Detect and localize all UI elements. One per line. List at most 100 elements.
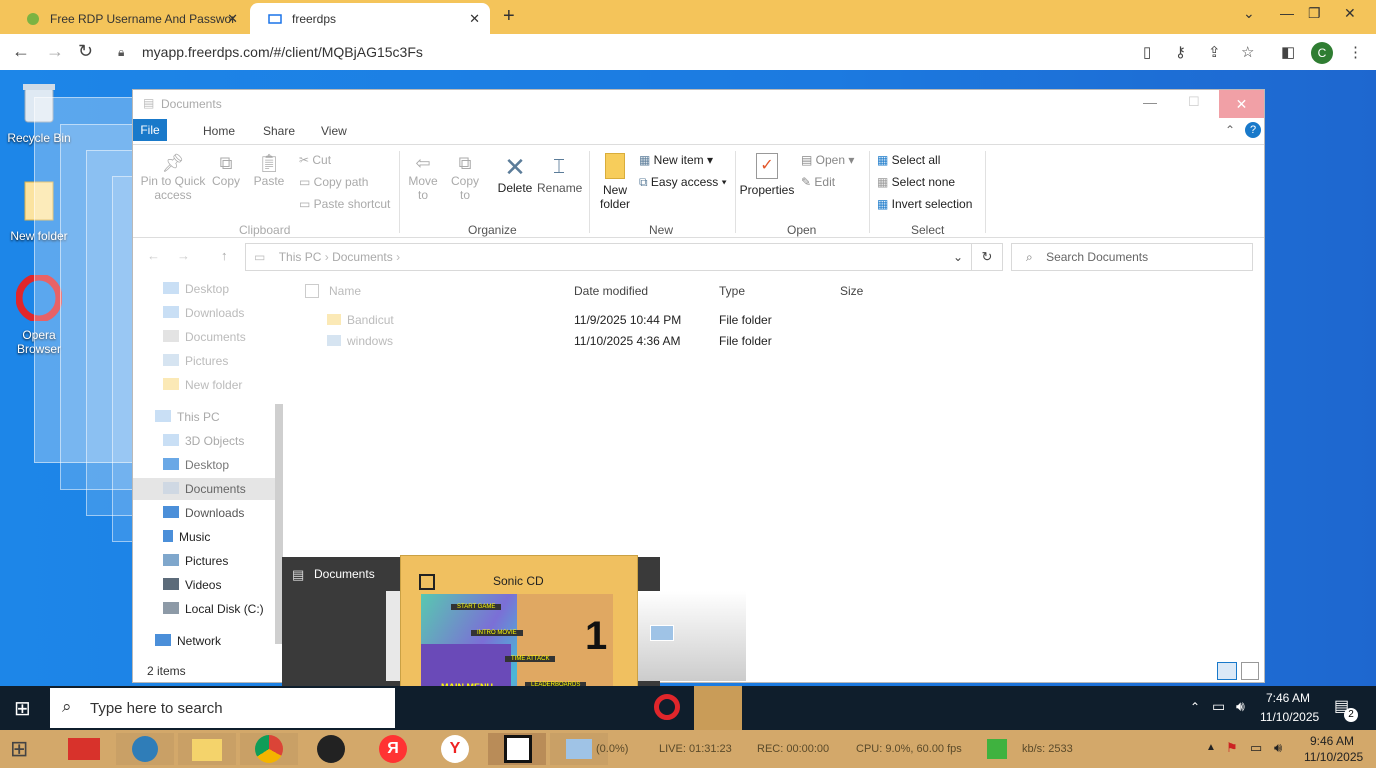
volume-icon[interactable]: 🔊︎	[1236, 698, 1245, 715]
rename-button[interactable]: ⌶ Rename	[537, 153, 582, 195]
network-icon[interactable]: ▭	[1250, 740, 1262, 756]
nav-item-local-disk[interactable]: Local Disk (C:)	[163, 598, 264, 620]
show-hidden-icons-chevron-icon[interactable]: ⌃	[1190, 700, 1200, 714]
nav-item-this-pc[interactable]: This PC	[155, 406, 220, 428]
address-bar[interactable]: 🔒︎ myapp.freerdps.com/#/client/MQBjAG15c…	[110, 38, 1270, 66]
host-date[interactable]: 11/10/2025	[1304, 750, 1363, 764]
maximize-button[interactable]: ☐	[1188, 94, 1200, 110]
volume-icon[interactable]: 🔊︎	[1274, 740, 1282, 756]
nav-item-3d-objects[interactable]: 3D Objects	[163, 430, 244, 452]
nav-item-network[interactable]: Network	[155, 630, 221, 652]
select-all-button[interactable]: ▦ Select all	[877, 153, 940, 167]
tab-search-icon[interactable]: ⌄	[1243, 5, 1255, 22]
remote-app-taskbar-button[interactable]	[694, 686, 742, 730]
large-icons-view-icon[interactable]	[1241, 662, 1259, 680]
invert-selection-button[interactable]: ▦ Invert selection	[877, 197, 972, 211]
share-icon[interactable]: ⇪	[1208, 43, 1221, 61]
new-item-button[interactable]: ▦ New item ▾	[639, 153, 713, 167]
taskbar-date[interactable]: 11/10/2025	[1260, 710, 1319, 724]
preview-thumbnail-desktop[interactable]	[636, 591, 746, 681]
nav-item-documents[interactable]: Documents	[163, 326, 246, 348]
nav-item-pictures-pc[interactable]: Pictures	[163, 550, 228, 572]
help-icon[interactable]: ?	[1245, 122, 1261, 138]
menu-dots-icon[interactable]: ⋮	[1348, 43, 1363, 61]
show-hidden-icons-chevron-icon[interactable]: ▲	[1206, 742, 1216, 753]
tab-home[interactable]: Home	[191, 121, 247, 141]
tab-view[interactable]: View	[309, 121, 359, 141]
nav-item-downloads[interactable]: Downloads	[163, 302, 244, 324]
nav-item-documents-selected[interactable]: Documents	[133, 478, 275, 500]
host-app-obs[interactable]	[302, 733, 360, 765]
easy-access-button[interactable]: ⧉ Easy access ▾	[639, 175, 727, 190]
new-folder-button[interactable]: New folder	[595, 153, 635, 211]
edit-button[interactable]: ✎ Edit	[801, 175, 835, 189]
side-panel-icon[interactable]: ◧	[1281, 43, 1295, 61]
close-tab-icon[interactable]: ✕	[469, 11, 480, 27]
nav-item-desktop[interactable]: Desktop	[163, 278, 229, 300]
host-app-chrome[interactable]	[240, 733, 298, 765]
column-header-name[interactable]: Name	[329, 284, 361, 298]
back-arrow-icon[interactable]: ←	[12, 41, 30, 62]
column-header-date[interactable]: Date modified	[574, 284, 648, 298]
browser-tab-rdp[interactable]: Free RDP Username And Passwor ✕	[8, 3, 248, 34]
nav-item-downloads-pc[interactable]: Downloads	[163, 502, 244, 524]
close-button[interactable]: ✕	[1219, 90, 1264, 118]
security-flag-icon[interactable]: ⚑	[1226, 740, 1238, 756]
column-header-size[interactable]: Size	[840, 284, 863, 298]
windows-start-icon[interactable]: ⊞	[10, 736, 28, 762]
network-icon[interactable]: ▭	[1212, 698, 1225, 715]
reader-icon[interactable]: ▯	[1143, 43, 1151, 61]
search-input[interactable]: ⌕ Search Documents	[1011, 243, 1253, 271]
opera-taskbar-icon[interactable]	[654, 694, 680, 720]
details-view-icon[interactable]	[1217, 662, 1237, 680]
nav-item-pictures[interactable]: Pictures	[163, 350, 228, 372]
nav-item-new-folder[interactable]: New folder	[163, 374, 242, 396]
profile-avatar[interactable]: C	[1311, 42, 1333, 64]
tab-share[interactable]: Share	[251, 121, 307, 141]
paste-button[interactable]: 📋︎ Paste	[253, 153, 285, 188]
host-app-globe[interactable]	[116, 733, 174, 765]
host-app-yandex[interactable]: Я	[364, 733, 422, 765]
copy-button[interactable]: ⧉ Copy	[211, 153, 241, 188]
breadcrumb-documents[interactable]: Documents	[332, 250, 393, 264]
address-breadcrumb[interactable]: ▭ This PC › Documents › ⌄	[245, 243, 972, 271]
nav-item-music[interactable]: Music	[163, 526, 210, 548]
host-app-game[interactable]	[488, 733, 546, 765]
forward-arrow-icon[interactable]: →	[46, 41, 64, 62]
host-app-red[interactable]	[56, 733, 114, 765]
close-window-button[interactable]: ✕	[1344, 5, 1356, 22]
host-time[interactable]: 9:46 AM	[1310, 734, 1354, 748]
tab-file[interactable]: File	[133, 119, 167, 141]
delete-button[interactable]: ✕ Delete	[495, 153, 535, 195]
preview-title-documents[interactable]: Documents	[314, 567, 375, 581]
move-to-button[interactable]: ⇦ Move to	[405, 153, 441, 202]
host-app-explorer[interactable]	[178, 733, 236, 765]
reload-icon[interactable]: ↻	[78, 41, 93, 62]
breadcrumb-this-pc[interactable]: This PC	[279, 250, 322, 264]
restore-button[interactable]: ❐	[1308, 5, 1321, 22]
copy-to-button[interactable]: ⧉ Copy to	[447, 153, 483, 202]
up-arrow-icon[interactable]: ↑	[221, 248, 228, 263]
windows-start-icon[interactable]: ⊞	[14, 696, 31, 721]
nav-item-videos[interactable]: Videos	[163, 574, 221, 596]
cut-button[interactable]: ✂ Cut	[299, 153, 331, 167]
select-none-button[interactable]: ▦ Select none	[877, 175, 955, 189]
chevron-down-icon[interactable]: ⌄	[953, 244, 963, 270]
nav-item-desktop-pc[interactable]: Desktop	[163, 454, 229, 476]
properties-button[interactable]: ✓ Properties	[739, 153, 795, 197]
taskbar-search-input[interactable]: ⌕ Type here to search	[50, 688, 395, 728]
paste-shortcut-button[interactable]: ▭ Paste shortcut	[299, 197, 390, 211]
host-app-yandex-browser[interactable]: Y	[426, 733, 484, 765]
bookmark-star-icon[interactable]: ☆	[1241, 43, 1254, 61]
taskbar-time[interactable]: 7:46 AM	[1266, 691, 1310, 705]
minimize-button[interactable]: —	[1143, 94, 1157, 110]
collapse-ribbon-icon[interactable]: ⌃	[1225, 123, 1235, 137]
back-arrow-icon[interactable]: ←	[147, 248, 160, 263]
select-all-checkbox[interactable]	[305, 284, 319, 298]
browser-tab-freerdps[interactable]: freerdps ✕	[250, 3, 490, 34]
column-header-type[interactable]: Type	[719, 284, 745, 298]
open-button[interactable]: ▤ Open ▾	[801, 153, 854, 167]
copy-path-button[interactable]: ▭ Copy path	[299, 175, 368, 189]
key-icon[interactable]: ⚷	[1175, 43, 1186, 61]
close-tab-icon[interactable]: ✕	[227, 11, 238, 27]
